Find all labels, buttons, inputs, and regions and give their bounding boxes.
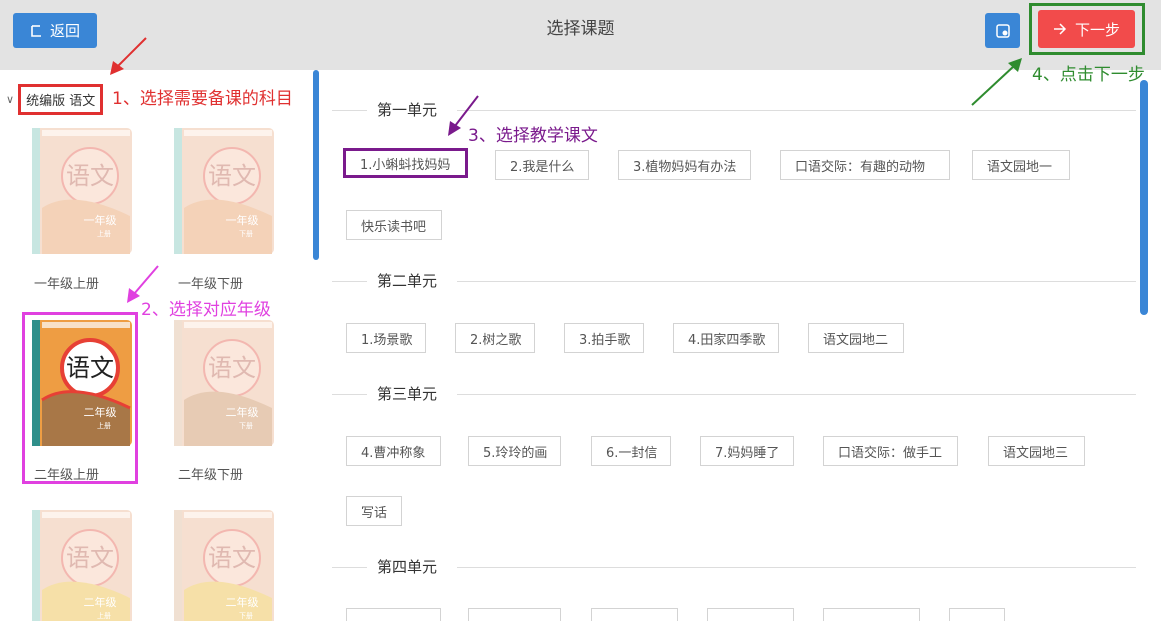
annotation-step4: 4、点击下一步 — [1032, 65, 1145, 85]
annotation-step1: 1、选择需要备课的科目 — [112, 89, 293, 109]
arrow-step4 — [971, 65, 1015, 106]
arrow-step2 — [133, 265, 159, 295]
annotation-step3: 3、选择教学课文 — [468, 126, 598, 146]
arrow-head — [448, 121, 461, 136]
arrow-step1 — [117, 37, 147, 67]
annotation-step2: 2、选择对应年级 — [141, 300, 271, 320]
